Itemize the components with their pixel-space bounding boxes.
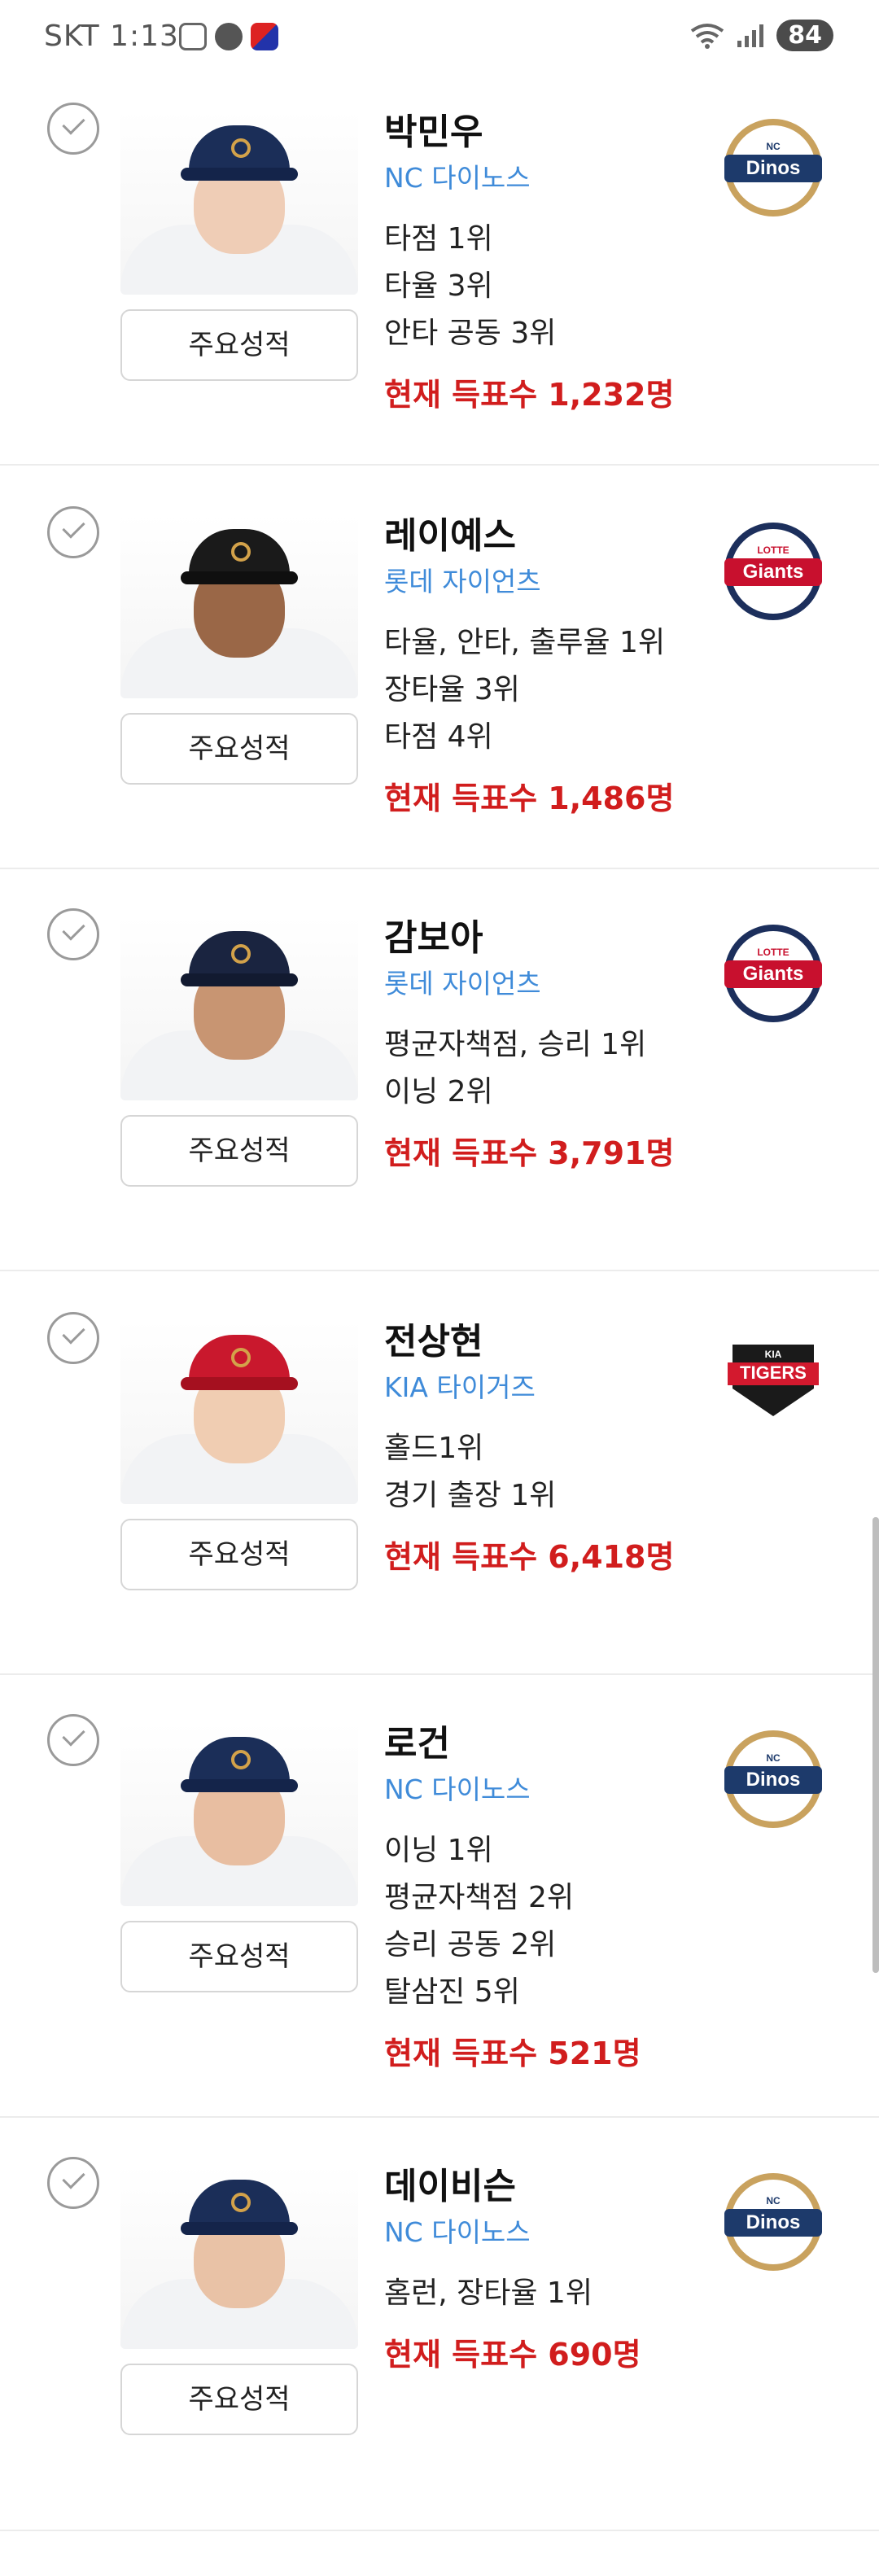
team-name: KIA 타이거즈 — [384, 1371, 536, 1403]
team-logo-text: Dinos — [746, 2211, 801, 2233]
record-line: 승리 공동 2위 — [384, 1928, 557, 1962]
team-logo-subtext: LOTTE — [757, 545, 789, 556]
team-logo-text: Dinos — [746, 1769, 801, 1791]
carrier-time: SKT 1:13 — [44, 20, 179, 53]
key-stats-button[interactable]: 주요성적 — [120, 309, 358, 381]
team-logo-icon: TIGERS KIA — [723, 1327, 824, 1428]
record-line: 타율 3위 — [384, 269, 493, 303]
select-checkbox[interactable] — [47, 506, 99, 558]
team-name: NC 다이노스 — [384, 162, 531, 194]
record-line: 홀드1위 — [384, 1432, 484, 1465]
record-line: 평균자책점, 승리 1위 — [384, 1028, 647, 1061]
record-line: 타율, 안타, 출루율 1위 — [384, 626, 666, 659]
player-photo — [120, 514, 358, 698]
select-checkbox[interactable] — [47, 1714, 99, 1766]
team-logo-icon: Dinos NC — [723, 2171, 824, 2272]
vote-count: 현재 득표수 3,791명 — [384, 1135, 675, 1171]
team-logo-text: Dinos — [746, 157, 801, 179]
team-logo-subtext: NC — [766, 141, 781, 152]
player-name: 감보아 — [384, 917, 483, 959]
select-checkbox[interactable] — [47, 103, 99, 155]
status-right: 84 — [690, 20, 833, 51]
record-line: 경기 출장 1위 — [384, 1479, 557, 1512]
player-photo — [120, 1722, 358, 1906]
team-logo-text: Giants — [743, 963, 804, 985]
vote-count: 현재 득표수 1,486명 — [384, 781, 675, 816]
record-line: 탈삼진 5위 — [384, 1975, 520, 2009]
player-photo — [120, 2165, 358, 2349]
signal-icon — [737, 24, 764, 47]
vote-count: 현재 득표수 6,418명 — [384, 1539, 675, 1575]
select-checkbox[interactable] — [47, 1312, 99, 1364]
player-name: 데이비슨 — [384, 2166, 516, 2207]
player-photo — [120, 1320, 358, 1504]
team-logo-text: Giants — [743, 561, 804, 583]
player-card: 주요성적 박민우 NC 다이노스타점 1위타율 3위안타 공동 3위현재 득표수 1… — [0, 78, 879, 466]
record-line: 장타율 3위 — [384, 673, 520, 706]
key-stats-button[interactable]: 주요성적 — [120, 1921, 358, 1992]
status-bar: SKT 1:13 84 — [0, 0, 879, 78]
talk-icon — [215, 23, 243, 50]
player-card: 주요성적 레이예스롯데 자이언츠타율, 안타, 출루율 1위장타율 3위타점 4위… — [0, 482, 879, 869]
record-line: 안타 공동 3위 — [384, 317, 557, 350]
team-logo-subtext: LOTTE — [757, 947, 789, 958]
team-logo-icon: Dinos NC — [723, 117, 824, 218]
vote-count: 현재 득표수 1,232명 — [384, 377, 675, 413]
gallery-icon — [179, 23, 207, 50]
vote-count: 현재 득표수 521명 — [384, 2036, 641, 2071]
team-logo-subtext: NC — [766, 1752, 781, 1764]
notification-icons — [179, 23, 278, 50]
team-name: 롯데 자이언츠 — [384, 968, 541, 999]
vote-count: 현재 득표수 690명 — [384, 2337, 641, 2373]
player-name: 박민우 — [384, 112, 483, 153]
select-checkbox[interactable] — [47, 2157, 99, 2209]
wifi-icon — [691, 23, 724, 49]
record-line: 타점 1위 — [384, 222, 493, 256]
player-card: 주요성적 로건 NC 다이노스이닝 1위평균자책점 2위승리 공동 2위탈삼진 5위… — [0, 1690, 879, 2118]
player-name: 전상현 — [384, 1321, 483, 1362]
player-card: 주요성적 데이비슨 NC 다이노스홈런, 장타율 1위현재 득표수 690명 Dino… — [0, 2132, 879, 2531]
player-name: 로건 — [384, 1723, 450, 1765]
record-line: 이닝 1위 — [384, 1834, 493, 1867]
player-card: 주요성적 감보아롯데 자이언츠평균자책점, 승리 1위이닝 2위현재 득표수 3,… — [0, 884, 879, 1271]
record-line: 홈런, 장타율 1위 — [384, 2276, 593, 2310]
select-checkbox[interactable] — [47, 908, 99, 960]
record-line: 이닝 2위 — [384, 1075, 493, 1109]
scrollbar[interactable] — [872, 1517, 879, 1973]
record-line: 타점 4위 — [384, 720, 493, 754]
team-name: NC 다이노스 — [384, 1773, 531, 1805]
app-icon — [251, 23, 278, 50]
team-logo-text: TIGERS — [740, 1362, 807, 1383]
player-photo — [120, 916, 358, 1100]
battery-indicator: 84 — [776, 20, 833, 51]
team-logo-icon: Dinos NC — [723, 1729, 824, 1830]
key-stats-button[interactable]: 주요성적 — [120, 1115, 358, 1187]
team-logo-subtext: KIA — [765, 1349, 782, 1360]
team-name: NC 다이노스 — [384, 2216, 531, 2248]
team-logo-icon: Giants LOTTE — [723, 923, 824, 1024]
key-stats-button[interactable]: 주요성적 — [120, 713, 358, 785]
key-stats-button[interactable]: 주요성적 — [120, 2364, 358, 2435]
team-logo-icon: Giants LOTTE — [723, 521, 824, 622]
team-name: 롯데 자이언츠 — [384, 566, 541, 597]
player-name: 레이예스 — [384, 515, 516, 557]
player-photo — [120, 111, 358, 295]
key-stats-button[interactable]: 주요성적 — [120, 1519, 358, 1590]
team-logo-subtext: NC — [766, 2195, 781, 2206]
record-line: 평균자책점 2위 — [384, 1881, 575, 1914]
player-card: 주요성적 전상현 KIA 타이거즈홀드1위경기 출장 1위현재 득표수 6,418명… — [0, 1288, 879, 1675]
